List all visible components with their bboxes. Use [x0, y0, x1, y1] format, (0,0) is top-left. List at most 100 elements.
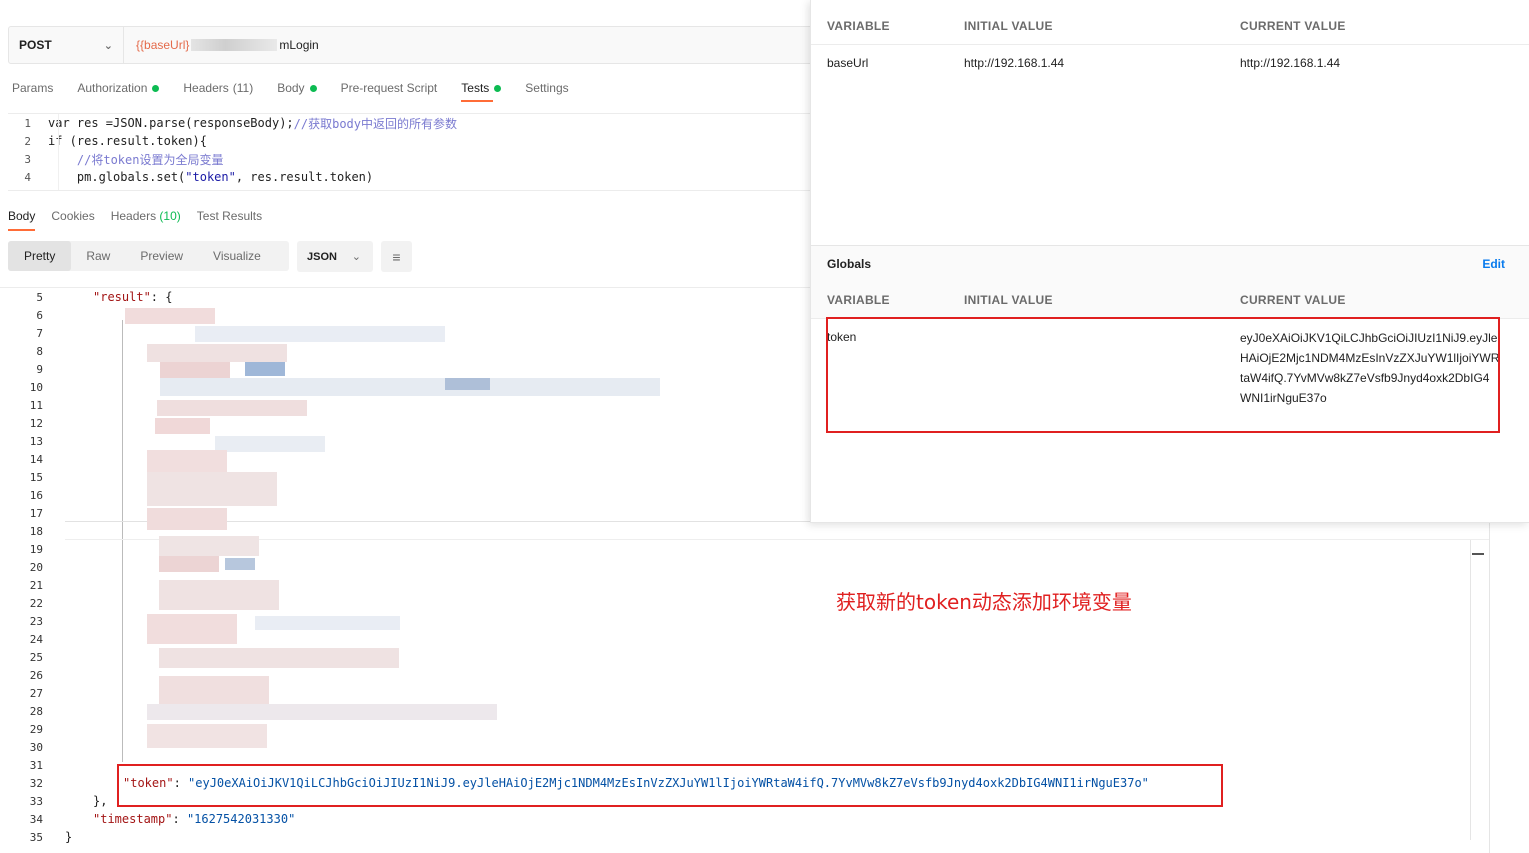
code-line: 2 if (res.result.token){	[8, 132, 810, 150]
request-tabs: Params Authorization Headers (11) Body Pr…	[12, 81, 593, 107]
line-number-row: 10	[0, 378, 45, 396]
highlight-box-globals-token	[826, 317, 1500, 433]
code-string: "token"	[185, 170, 236, 184]
line-number: 4	[24, 170, 31, 184]
line-number-row: 16	[0, 486, 45, 504]
line-number: 23	[29, 614, 43, 628]
line-number-row: 35	[0, 828, 45, 846]
line-number: 32	[29, 776, 43, 790]
line-number: 9	[36, 362, 43, 376]
line-number-row: 32	[0, 774, 45, 792]
line-number: 20	[29, 560, 43, 574]
line-number-row: 18	[0, 522, 45, 540]
tests-script-editor[interactable]: 1 var res =JSON.parse(responseBody);//获取…	[8, 113, 810, 191]
line-number: 2	[24, 134, 31, 148]
line-number-row: 6	[0, 306, 45, 324]
line-number: 21	[29, 578, 43, 592]
line-number: 29	[29, 722, 43, 736]
line-number: 19	[29, 542, 43, 556]
code-line: 1 var res =JSON.parse(responseBody);//获取…	[8, 114, 810, 132]
view-pretty-button[interactable]: Pretty	[8, 241, 72, 271]
line-number-row: 14	[0, 450, 45, 468]
line-number: 25	[29, 650, 43, 664]
json-punctuation: :	[172, 812, 187, 826]
url-path: mLogin	[279, 38, 319, 52]
code-comment: //获取body中返回的所有参数	[293, 116, 457, 131]
tab-authorization[interactable]: Authorization	[77, 81, 160, 107]
view-visualize-button[interactable]: Visualize	[198, 241, 276, 271]
code-text: pm.globals.set(	[48, 170, 186, 184]
timestamp-value: "1627542031330"	[186, 812, 296, 826]
column-header-current-value: CURRENT VALUE	[1240, 19, 1346, 33]
env-initial-value: http://192.168.1.44	[964, 56, 1065, 70]
tab-settings[interactable]: Settings	[525, 81, 568, 107]
format-label: JSON	[307, 250, 337, 263]
line-number-row: 22	[0, 594, 45, 612]
line-number-row: 30	[0, 738, 45, 756]
column-header-initial-value: INITIAL VALUE	[964, 19, 1053, 33]
request-url-bar: POST ⌄ {{baseUrl} mLogin	[8, 26, 813, 64]
line-number: 8	[36, 344, 43, 358]
line-number-row: 11	[0, 396, 45, 414]
tab-response-headers[interactable]: Headers (10)	[111, 209, 181, 233]
line-number: 34	[29, 812, 43, 826]
wrap-lines-button[interactable]: ≡	[381, 241, 412, 272]
tab-params[interactable]: Params	[12, 81, 53, 107]
line-number-row: 15	[0, 468, 45, 486]
line-number: 1	[24, 116, 31, 130]
chevron-down-icon: ⌄	[103, 39, 113, 52]
url-input[interactable]: {{baseUrl} mLogin	[124, 27, 812, 63]
tab-label: Body	[277, 81, 305, 95]
line-number: 28	[29, 704, 43, 718]
tab-pre-request-script[interactable]: Pre-request Script	[341, 81, 438, 107]
line-number: 16	[29, 488, 43, 502]
annotation-note: 获取新的token动态添加环境变量	[836, 590, 1132, 614]
line-number-row: 8	[0, 342, 45, 360]
tab-label: Headers	[110, 209, 157, 223]
view-raw-button[interactable]: Raw	[71, 241, 125, 271]
line-number-row: 17	[0, 504, 45, 522]
tab-body[interactable]: Body	[277, 81, 317, 107]
gutter-divider	[58, 114, 59, 190]
tab-label: Test Results	[196, 209, 263, 223]
line-number: 27	[29, 686, 43, 700]
line-number-row: 24	[0, 630, 45, 648]
method-select[interactable]: POST ⌄	[9, 27, 124, 63]
json-key: "timestamp"	[93, 812, 173, 826]
environment-quick-look-panel: VARIABLE INITIAL VALUE CURRENT VALUE bas…	[810, 0, 1529, 523]
globals-title: Globals	[827, 257, 872, 271]
code-text: var res =JSON.parse(responseBody);	[48, 116, 294, 130]
line-number: 26	[29, 668, 43, 682]
status-dot-icon	[309, 85, 317, 92]
format-select[interactable]: JSON ⌄	[297, 241, 373, 272]
response-tabs: Body Cookies Headers (10) Test Results	[8, 209, 278, 233]
tab-response-body[interactable]: Body	[8, 209, 36, 233]
env-variable-name: baseUrl	[827, 56, 869, 70]
tab-test-results[interactable]: Test Results	[197, 209, 262, 233]
divider	[811, 44, 1529, 45]
line-number: 7	[36, 326, 43, 340]
line-number: 22	[29, 596, 43, 610]
tab-label: Body	[8, 209, 36, 223]
line-number: 35	[29, 830, 43, 844]
line-number: 31	[29, 758, 43, 772]
line-number-row: 31	[0, 756, 45, 774]
line-number-row: 26	[0, 666, 45, 684]
line-number: 24	[29, 632, 43, 646]
line-number-row: 19	[0, 540, 45, 558]
tab-headers[interactable]: Headers (11)	[183, 81, 253, 107]
line-number-row: 28	[0, 702, 45, 720]
line-number-row: 33	[0, 792, 45, 810]
code-text: if (res.result.token){	[48, 134, 207, 148]
globals-edit-link[interactable]: Edit	[1482, 257, 1505, 271]
scrollbar-thumb[interactable]	[1472, 553, 1484, 555]
code-comment: //将token设置为全局变量	[48, 152, 224, 167]
view-preview-button[interactable]: Preview	[125, 241, 198, 271]
scrollbar-track[interactable]	[1470, 540, 1471, 840]
line-number-row: 21	[0, 576, 45, 594]
tab-cookies[interactable]: Cookies	[51, 209, 94, 233]
line-number: 33	[29, 794, 43, 808]
tab-tests[interactable]: Tests	[461, 81, 502, 107]
line-number: 15	[29, 470, 43, 484]
tab-label: Settings	[525, 81, 569, 95]
